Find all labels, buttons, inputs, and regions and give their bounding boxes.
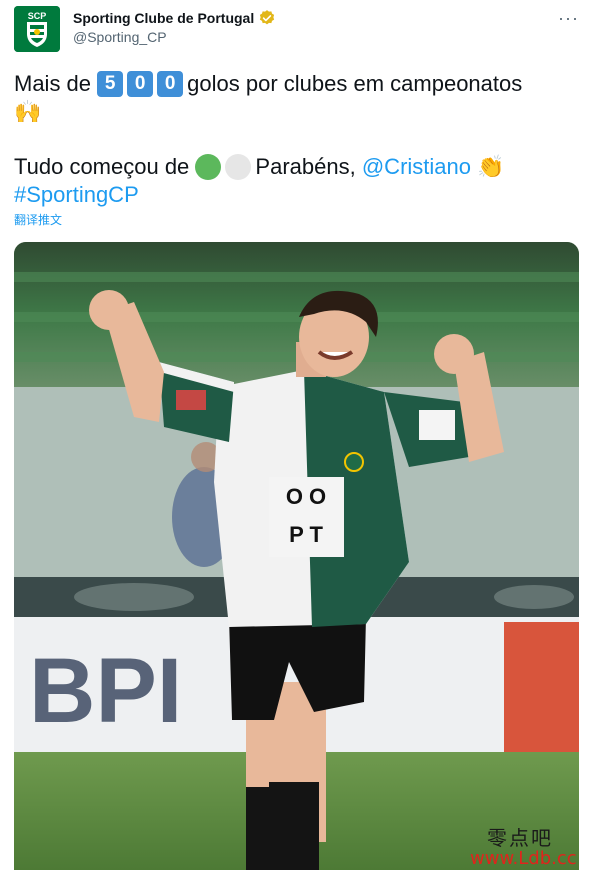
- translate-tweet-link[interactable]: 翻译推文: [14, 211, 62, 228]
- keycap-digit-emoji: 0: [157, 71, 184, 97]
- hashtag-link[interactable]: #SportingCP: [14, 182, 139, 207]
- white-circle-emoji: [225, 154, 252, 180]
- verified-badge-icon: [260, 10, 275, 25]
- keycap-digit-emoji: 0: [127, 71, 154, 97]
- player-celebration-image: BPI O O P T: [14, 242, 579, 870]
- tweet-photo[interactable]: BPI O O P T: [14, 242, 579, 870]
- raising-hands-emoji: 🙌: [14, 99, 42, 124]
- avatar-initials: SCP: [28, 11, 47, 21]
- account-avatar[interactable]: SCP: [14, 6, 60, 52]
- account-name[interactable]: Sporting Clube de Portugal: [73, 10, 254, 26]
- shirt-sponsor-line-2: P T: [289, 522, 323, 547]
- account-handle[interactable]: @Sporting_CP: [73, 29, 167, 45]
- text-middle: Parabéns,: [255, 154, 356, 179]
- shirt-sponsor-line-1: O O: [286, 484, 326, 509]
- mention-link[interactable]: @Cristiano: [362, 153, 471, 181]
- keycap-digit-emoji: 5: [97, 71, 124, 97]
- tweet-text-line-1: Mais de 5 0 0 golos por clubes em campeo…: [14, 70, 574, 98]
- tweet-text-line-3: Tudo começou de Parabéns, @Cristiano 👏: [14, 153, 574, 181]
- green-circle-emoji: [195, 154, 222, 180]
- text-suffix: golos por clubes em campeonatos: [187, 71, 523, 96]
- more-options-icon[interactable]: ···: [558, 8, 579, 29]
- sporting-crest-icon: SCP: [14, 6, 60, 52]
- clapping-hands-emoji: 👏: [477, 154, 505, 179]
- text-prefix: Tudo começou de: [14, 154, 190, 179]
- watermark-title: 零点吧: [487, 826, 553, 850]
- watermark-url: www.Ldb.cc: [470, 848, 577, 869]
- text-prefix: Mais de: [14, 71, 92, 96]
- advert-board-text: BPI: [29, 640, 182, 742]
